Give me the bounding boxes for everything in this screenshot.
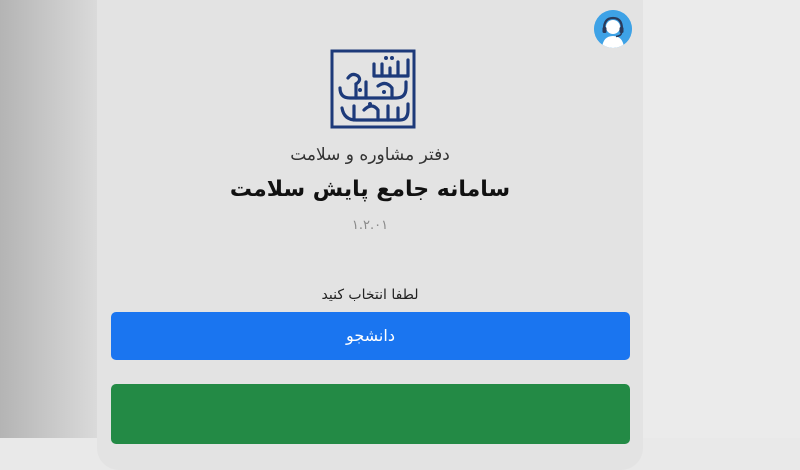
left-background-shade (0, 0, 97, 438)
page-title: سامانه جامع پایش سلامت (229, 177, 511, 202)
office-subtitle: دفتر مشاوره و سلامت (290, 145, 450, 165)
headset-support-icon[interactable] (594, 10, 632, 48)
version-label: ۱.۲.۰۱ (351, 218, 389, 233)
organization-emblem-logo (326, 48, 418, 132)
selection-prompt: لطفا انتخاب کنید (321, 287, 419, 303)
second-role-button[interactable] (111, 384, 630, 444)
right-background (643, 0, 800, 438)
student-button[interactable]: دانشجو (111, 312, 630, 360)
